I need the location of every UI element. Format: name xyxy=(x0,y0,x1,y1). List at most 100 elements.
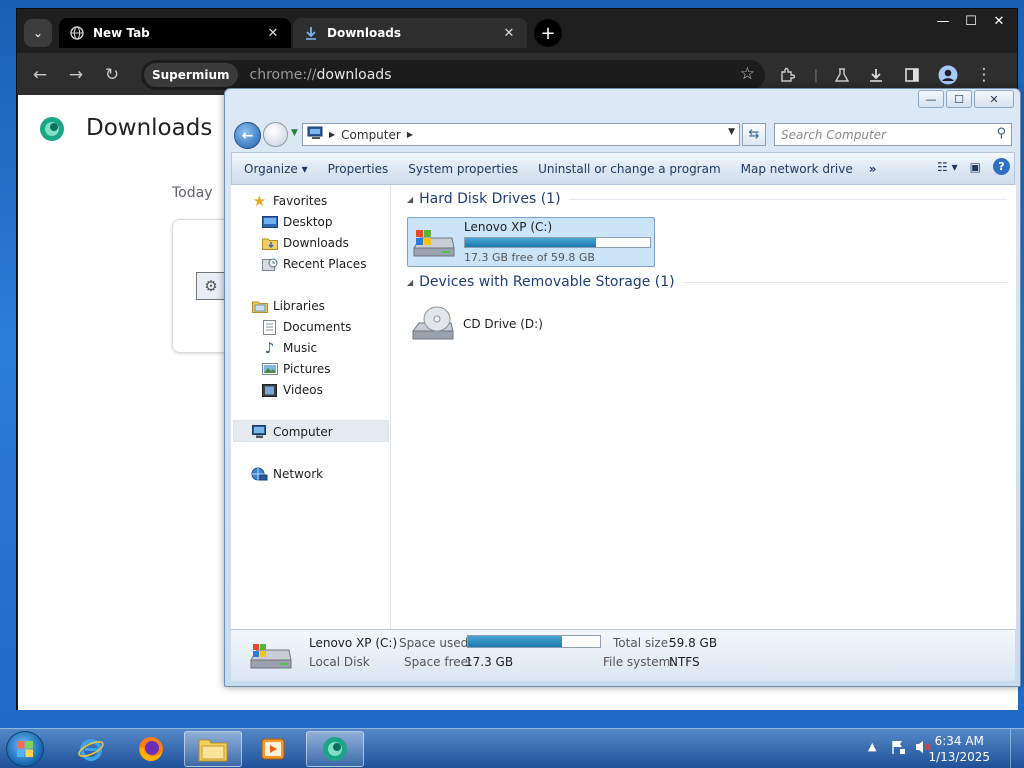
breadcrumb-separator-icon[interactable]: ▶ xyxy=(329,130,335,139)
menu-kebab-icon[interactable]: ⋮ xyxy=(971,62,997,88)
side-panel-icon[interactable] xyxy=(899,62,925,88)
bookmark-star-icon[interactable]: ☆ xyxy=(740,64,755,84)
supermium-browser-icon[interactable] xyxy=(306,731,364,767)
start-button[interactable] xyxy=(6,731,44,767)
explorer-address-bar[interactable]: ▶ Computer ▶ ▼ xyxy=(302,123,740,146)
address-history-dropdown-icon[interactable]: ▼ xyxy=(728,127,735,137)
group-header-hard-disks[interactable]: ◢ Hard Disk Drives (1) xyxy=(407,191,1007,207)
new-tab-button[interactable]: + xyxy=(534,19,562,47)
breadcrumb-computer[interactable]: Computer xyxy=(341,128,401,142)
url-text[interactable]: chrome://downloads xyxy=(250,67,392,83)
reload-button[interactable]: ↻ xyxy=(99,62,125,88)
recent-places-icon xyxy=(261,257,278,272)
file-explorer-icon[interactable] xyxy=(184,731,242,767)
explorer-window: — ☐ ✕ ← ▼ ▶ Computer ▶ ▼ ⇆ Search Comput… xyxy=(224,88,1021,687)
computer-icon xyxy=(307,126,325,143)
tab-new-tab[interactable]: New Tab ✕ xyxy=(59,18,291,48)
group-title: Hard Disk Drives (1) xyxy=(419,191,561,207)
system-clock[interactable]: 6:34 AM 1/13/2025 xyxy=(928,733,990,765)
show-hidden-icons-button[interactable]: ▲ xyxy=(868,740,876,753)
collapse-caret-icon[interactable]: ◢ xyxy=(407,195,413,204)
show-desktop-button[interactable] xyxy=(1010,729,1024,768)
nav-label: Videos xyxy=(283,383,323,397)
tab-close-button[interactable]: ✕ xyxy=(265,26,281,41)
maximize-button[interactable]: ☐ xyxy=(957,11,985,31)
nav-libraries[interactable]: Libraries xyxy=(251,296,325,316)
firefox-icon[interactable] xyxy=(122,731,180,767)
preview-pane-icon[interactable]: ▣ xyxy=(970,160,981,174)
group-header-removable[interactable]: ◢ Devices with Removable Storage (1) xyxy=(407,274,1007,290)
search-input[interactable]: Search Computer ⚲ xyxy=(774,123,1012,146)
explorer-window-controls: — ☐ ✕ xyxy=(916,90,1014,108)
close-button[interactable]: ✕ xyxy=(985,11,1013,31)
hard-drive-windows-icon xyxy=(412,228,456,262)
minimize-button[interactable]: — xyxy=(918,90,944,108)
content-pane: ◢ Hard Disk Drives (1) Lenovo XP (C:) 17… xyxy=(391,185,1016,629)
nav-label: Computer xyxy=(273,425,333,439)
minimize-button[interactable]: — xyxy=(929,11,957,31)
supermium-logo-icon xyxy=(38,115,66,143)
help-icon[interactable]: ? xyxy=(993,158,1010,175)
pictures-icon xyxy=(261,362,278,377)
download-icon[interactable] xyxy=(863,62,889,88)
space-free-value: 17.3 GB xyxy=(465,655,514,669)
forward-button[interactable]: → xyxy=(63,62,89,88)
nav-downloads[interactable]: Downloads xyxy=(261,233,349,253)
internet-explorer-icon[interactable] xyxy=(62,731,120,767)
nav-computer[interactable]: Computer xyxy=(251,422,333,442)
drive-c-tile[interactable]: Lenovo XP (C:) 17.3 GB free of 59.8 GB xyxy=(407,217,655,267)
nav-desktop[interactable]: Desktop xyxy=(261,212,333,232)
nav-videos[interactable]: Videos xyxy=(261,380,323,400)
collapse-caret-icon[interactable]: ◢ xyxy=(407,278,413,287)
media-player-icon[interactable] xyxy=(244,731,302,767)
site-chip[interactable]: Supermium xyxy=(144,63,238,87)
url-scheme: chrome:// xyxy=(249,67,317,83)
change-view-icon[interactable]: ☷ ▾ xyxy=(937,160,958,174)
labs-flask-icon[interactable] xyxy=(829,62,855,88)
profile-avatar-icon[interactable] xyxy=(935,62,961,88)
libraries-icon xyxy=(251,299,268,314)
nav-favorites[interactable]: ★ Favorites xyxy=(251,191,327,211)
properties-button[interactable]: Properties xyxy=(318,162,399,176)
drive-label: CD Drive (D:) xyxy=(463,317,543,331)
total-size-value: 59.8 GB xyxy=(669,636,718,650)
search-placeholder: Search Computer xyxy=(781,127,886,142)
back-arrow-icon[interactable]: ← xyxy=(234,122,261,149)
tab-search-button[interactable]: ⌄ xyxy=(24,19,52,47)
address-bar[interactable]: Supermium chrome://downloads ☆ xyxy=(141,60,765,90)
maximize-button[interactable]: ☐ xyxy=(946,90,972,108)
recent-pages-dropdown-icon[interactable]: ▼ xyxy=(291,128,298,138)
tab-downloads[interactable]: Downloads ✕ xyxy=(293,18,527,48)
close-button[interactable]: ✕ xyxy=(974,90,1014,108)
globe-icon xyxy=(69,25,85,41)
space-used-label: Space used: xyxy=(399,636,473,650)
action-center-flag-icon[interactable] xyxy=(890,739,906,758)
map-network-drive-button[interactable]: Map network drive xyxy=(731,162,863,176)
nav-recent-places[interactable]: Recent Places xyxy=(261,254,366,274)
search-icon[interactable]: ⚲ xyxy=(996,126,1006,141)
more-commands-button[interactable]: » xyxy=(863,162,883,176)
tab-close-button[interactable]: ✕ xyxy=(501,26,517,41)
details-drive-name: Lenovo XP (C:) xyxy=(309,636,398,650)
forward-arrow-icon[interactable] xyxy=(263,122,288,147)
nav-network[interactable]: Network xyxy=(251,464,323,484)
music-note-icon: ♪ xyxy=(264,339,275,357)
breadcrumb-separator-icon[interactable]: ▶ xyxy=(407,130,413,139)
toolbar-divider: | xyxy=(813,67,819,83)
clock-date: 1/13/2025 xyxy=(928,750,990,764)
details-usage-fill xyxy=(468,636,562,647)
nav-pictures[interactable]: Pictures xyxy=(261,359,331,379)
nav-documents[interactable]: Documents xyxy=(261,317,351,337)
organize-menu[interactable]: Organize ▾ xyxy=(232,162,318,176)
drive-d-tile[interactable]: CD Drive (D:) xyxy=(407,299,607,349)
extensions-icon[interactable] xyxy=(774,62,800,88)
back-button[interactable]: ← xyxy=(27,62,53,88)
system-properties-button[interactable]: System properties xyxy=(398,162,528,176)
drive-free-space: 17.3 GB free of 59.8 GB xyxy=(464,251,595,264)
url-host: downloads xyxy=(316,67,392,83)
uninstall-program-button[interactable]: Uninstall or change a program xyxy=(528,162,731,176)
installer-file-icon: ⚙ xyxy=(196,272,226,300)
nav-music[interactable]: ♪ Music xyxy=(261,338,317,358)
group-divider xyxy=(682,281,1007,283)
refresh-icon[interactable]: ⇆ xyxy=(742,123,766,146)
